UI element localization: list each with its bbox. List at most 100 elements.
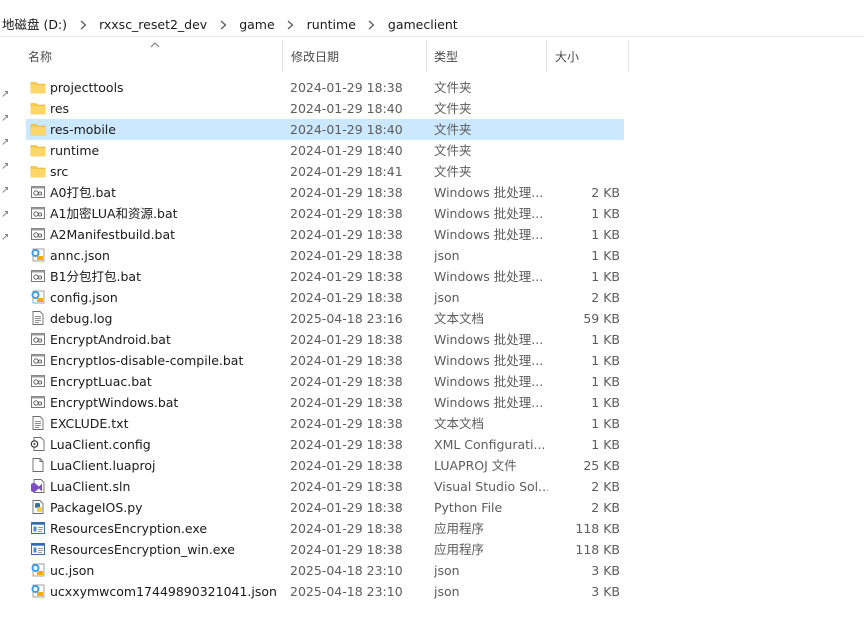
file-type: json (434, 290, 460, 305)
pin-icon: ↗ (1, 137, 10, 148)
file-row[interactable]: debug.log 2025-04-18 23:16 文本文档 59 KB (26, 308, 624, 329)
blank-file-icon (30, 457, 46, 473)
file-row[interactable]: B1分包打包.bat 2024-01-29 18:38 Windows 批处理...… (26, 266, 624, 287)
file-size: 3 KB (591, 584, 620, 599)
file-modified-date: 2024-01-29 18:38 (290, 416, 403, 431)
file-size: 1 KB (591, 332, 620, 347)
file-size: 1 KB (591, 416, 620, 431)
file-name: res (50, 101, 70, 116)
file-size: 2 KB (591, 290, 620, 305)
file-name: debug.log (50, 311, 113, 326)
file-size: 2 KB (591, 479, 620, 494)
file-row[interactable]: LuaClient.sln 2024-01-29 18:38 Visual Stud… (26, 476, 624, 497)
file-type: LUAPROJ 文件 (434, 458, 517, 473)
chevron-right-icon[interactable] (364, 15, 380, 35)
file-size: 1 KB (591, 227, 620, 242)
batch-file-icon (30, 226, 46, 242)
breadcrumb-drive[interactable]: 地磁盘 (D:) (0, 15, 69, 35)
address-bar[interactable]: 地磁盘 (D:) rxxsc_reset2_dev game runtime g… (0, 0, 864, 37)
breadcrumb-project[interactable]: rxxsc_reset2_dev (97, 15, 209, 35)
file-modified-date: 2024-01-29 18:38 (290, 521, 403, 536)
file-type: Windows 批处理... (434, 395, 544, 410)
file-row[interactable]: EncryptLuac.bat 2024-01-29 18:38 Windows 批… (26, 371, 624, 392)
file-modified-date: 2024-01-29 18:38 (290, 185, 403, 200)
chevron-right-icon[interactable] (75, 15, 91, 35)
batch-file-icon (30, 205, 46, 221)
column-size-header[interactable]: 大小 (545, 40, 629, 72)
file-type: json (434, 563, 460, 578)
file-row[interactable]: PackageIOS.py 2024-01-29 18:38 Python File… (26, 497, 624, 518)
file-row[interactable]: uc.json 2025-04-18 23:10 json 3 KB (26, 560, 624, 581)
file-row[interactable]: A1加密LUA和资源.bat 2024-01-29 18:38 Windows 批处… (26, 203, 624, 224)
column-date-header[interactable]: 修改日期 (281, 40, 427, 72)
file-row[interactable]: LuaClient.config 2024-01-29 18:38 XML Conf… (26, 434, 624, 455)
file-name: config.json (50, 290, 118, 305)
navigation-pane-edge: ↗ ↗ ↗ ↗ ↗ ↗ ↗ (0, 37, 18, 642)
file-modified-date: 2024-01-29 18:38 (290, 227, 403, 242)
file-row[interactable]: A0打包.bat 2024-01-29 18:38 Windows 批处理... 2 … (26, 182, 624, 203)
file-size: 1 KB (591, 437, 620, 452)
file-modified-date: 2024-01-29 18:38 (290, 332, 403, 347)
file-row[interactable]: ucxxymwcom17449890321041.json 2025-04-18 … (26, 581, 624, 602)
json-file-icon (30, 247, 46, 263)
file-type: Windows 批处理... (434, 269, 544, 284)
pin-icon: ↗ (1, 185, 10, 196)
file-name: A1加密LUA和资源.bat (50, 206, 178, 221)
pin-icon: ↗ (1, 232, 10, 243)
file-type: Windows 批处理... (434, 206, 544, 221)
file-name: uc.json (50, 563, 95, 578)
file-row[interactable]: ResourcesEncryption.exe 2024-01-29 18:38 应… (26, 518, 624, 539)
python-file-icon (30, 499, 46, 515)
file-name: ResourcesEncryption_win.exe (50, 542, 235, 557)
file-size: 1 KB (591, 395, 620, 410)
file-name: LuaClient.config (50, 437, 151, 452)
column-type-header[interactable]: 类型 (424, 40, 547, 72)
file-name: projecttools (50, 80, 124, 95)
file-size: 59 KB (583, 311, 620, 326)
file-name: EncryptWindows.bat (50, 395, 179, 410)
file-size (540, 119, 620, 140)
file-size (540, 77, 620, 98)
file-row[interactable]: runtime 2024-01-29 18:40 文件夹 (26, 140, 624, 161)
folder-icon (30, 163, 46, 179)
file-row[interactable]: config.json 2024-01-29 18:38 json 2 KB (26, 287, 624, 308)
file-name: A2Manifestbuild.bat (50, 227, 176, 242)
file-name: ucxxymwcom17449890321041.json (50, 584, 277, 599)
column-header: 名称 修改日期 类型 大小 (18, 40, 630, 72)
file-row[interactable]: projecttools 2024-01-29 18:38 文件夹 (26, 77, 624, 98)
file-row[interactable]: A2Manifestbuild.bat 2024-01-29 18:38 Windo… (26, 224, 624, 245)
file-list: projecttools 2024-01-29 18:38 文件夹 res 2024-0… (26, 77, 624, 602)
file-row[interactable]: EncryptAndroid.bat 2024-01-29 18:38 Window… (26, 329, 624, 350)
file-row[interactable]: ResourcesEncryption_win.exe 2024-01-29 18… (26, 539, 624, 560)
file-modified-date: 2024-01-29 18:38 (290, 374, 403, 389)
file-row[interactable]: annc.json 2024-01-29 18:38 json 1 KB (26, 245, 624, 266)
chevron-right-icon[interactable] (215, 15, 231, 35)
breadcrumb-current[interactable]: gameclient (386, 15, 460, 35)
file-row[interactable]: src 2024-01-29 18:41 文件夹 (26, 161, 624, 182)
file-row[interactable]: EncryptWindows.bat 2024-01-29 18:38 Window… (26, 392, 624, 413)
file-row[interactable]: res 2024-01-29 18:40 文件夹 (26, 98, 624, 119)
batch-file-icon (30, 184, 46, 200)
pin-icon: ↗ (1, 209, 10, 220)
breadcrumb-game[interactable]: game (237, 15, 276, 35)
json-file-icon (30, 289, 46, 305)
breadcrumb: 地磁盘 (D:) rxxsc_reset2_dev game runtime g… (0, 15, 460, 35)
file-modified-date: 2025-04-18 23:10 (290, 563, 403, 578)
file-type: json (434, 248, 460, 263)
file-modified-date: 2024-01-29 18:38 (290, 206, 403, 221)
file-name: annc.json (50, 248, 110, 263)
file-name: EXCLUDE.txt (50, 416, 129, 431)
file-row[interactable]: EXCLUDE.txt 2024-01-29 18:38 文本文档 1 KB (26, 413, 624, 434)
file-modified-date: 2024-01-29 18:38 (290, 542, 403, 557)
file-name: EncryptIos-disable-compile.bat (50, 353, 244, 368)
file-modified-date: 2024-01-29 18:40 (290, 143, 403, 158)
file-row[interactable]: res-mobile 2024-01-29 18:40 文件夹 (26, 119, 624, 140)
file-modified-date: 2024-01-29 18:38 (290, 500, 403, 515)
breadcrumb-runtime[interactable]: runtime (305, 15, 358, 35)
file-type: Windows 批处理... (434, 332, 544, 347)
file-size: 118 KB (575, 521, 620, 536)
file-row[interactable]: LuaClient.luaproj 2024-01-29 18:38 LUAPROJ… (26, 455, 624, 476)
file-row[interactable]: EncryptIos-disable-compile.bat 2024-01-29… (26, 350, 624, 371)
chevron-right-icon[interactable] (283, 15, 299, 35)
file-size: 3 KB (591, 563, 620, 578)
